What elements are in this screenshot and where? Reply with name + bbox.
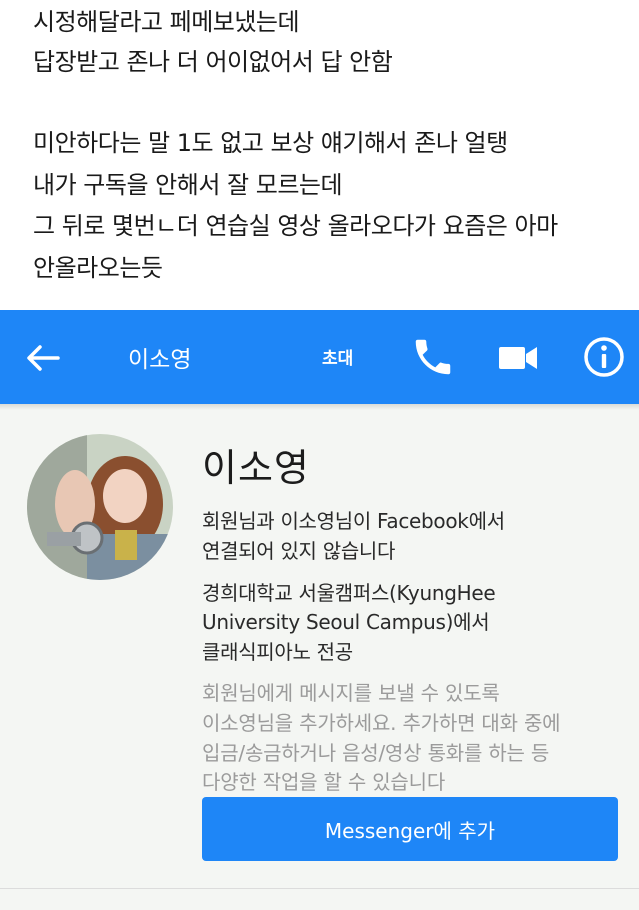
post-line: 시정해달라고 페메보냈는데 bbox=[33, 8, 300, 36]
messenger-header: 이소영 초대 bbox=[0, 310, 639, 404]
connection-status: 회원님과 이소영님이 Facebook에서 bbox=[202, 509, 505, 533]
divider bbox=[0, 888, 639, 889]
post-text-area: 시정해달라고 페메보냈는데 답장받고 존나 더 어이없어서 답 안함 미안하다는… bbox=[0, 0, 639, 310]
post-line: 그 뒤로 몇번ㄴ더 연습실 영상 올라오다가 요즘은 아마 bbox=[33, 212, 558, 240]
avatar[interactable] bbox=[27, 434, 173, 580]
post-line: 내가 구독을 안해서 잘 모르는데 bbox=[33, 171, 343, 199]
add-notice: 입금/송금하거나 음성/영상 통화를 하는 등 bbox=[202, 741, 550, 765]
info-icon[interactable] bbox=[581, 334, 627, 380]
invite-button[interactable]: 초대 bbox=[322, 344, 353, 369]
post-line: 미안하다는 말 1도 없고 보상 얘기해서 존나 얼탱 bbox=[33, 129, 508, 157]
header-shadow bbox=[0, 404, 639, 410]
education-info: 경희대학교 서울캠퍼스(KyungHee bbox=[202, 581, 496, 605]
education-info: 클래식피아노 전공 bbox=[202, 640, 353, 664]
education-info: University Seoul Campus)에서 bbox=[202, 610, 490, 634]
add-notice: 이소영님을 추가하세요. 추가하면 대화 중에 bbox=[202, 711, 561, 735]
phone-icon[interactable] bbox=[410, 334, 456, 380]
back-arrow-icon[interactable] bbox=[22, 338, 62, 378]
profile-name: 이소영 bbox=[202, 446, 310, 490]
add-notice: 다양한 작업을 할 수 있습니다 bbox=[202, 770, 446, 794]
post-line: 답장받고 존나 더 어이없어서 답 안함 bbox=[33, 48, 393, 76]
add-notice: 회원님에게 메시지를 보낼 수 있도록 bbox=[202, 681, 500, 705]
post-line: 안올라오는듯 bbox=[33, 254, 163, 282]
chat-title[interactable]: 이소영 bbox=[128, 340, 191, 374]
add-to-messenger-button[interactable]: Messenger에 추가 bbox=[202, 797, 618, 861]
connection-status: 연결되어 있지 않습니다 bbox=[202, 539, 396, 563]
video-camera-icon[interactable] bbox=[497, 338, 539, 378]
